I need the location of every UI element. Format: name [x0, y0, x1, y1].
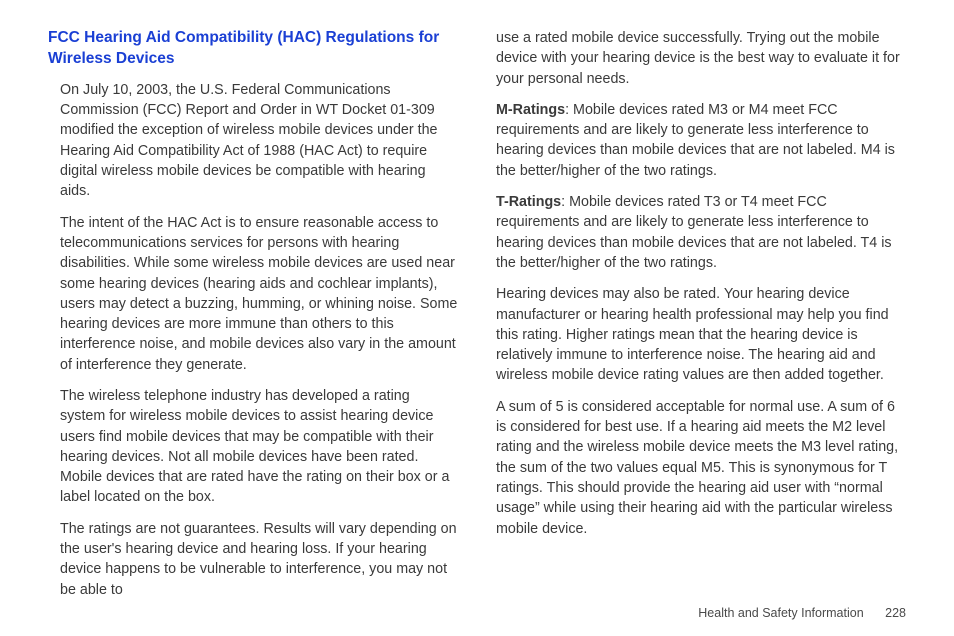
page-footer: Health and Safety Information 228 — [698, 606, 906, 620]
paragraph: The intent of the HAC Act is to ensure r… — [48, 213, 458, 375]
paragraph: M-Ratings: Mobile devices rated M3 or M4… — [496, 100, 906, 181]
paragraph: The wireless telephone industry has deve… — [48, 386, 458, 508]
paragraph: The ratings are not guarantees. Results … — [48, 519, 458, 600]
page-number: 228 — [885, 606, 906, 620]
rating-label: M-Ratings — [496, 102, 565, 118]
paragraph: T-Ratings: Mobile devices rated T3 or T4… — [496, 192, 906, 273]
footer-section-name: Health and Safety Information — [698, 606, 863, 620]
paragraph: use a rated mobile device successfully. … — [496, 28, 906, 89]
page-content: FCC Hearing Aid Compatibility (HAC) Regu… — [48, 28, 906, 588]
section-heading: FCC Hearing Aid Compatibility (HAC) Regu… — [48, 28, 458, 70]
rating-label: T-Ratings — [496, 194, 561, 210]
paragraph: On July 10, 2003, the U.S. Federal Commu… — [48, 80, 458, 202]
paragraph: A sum of 5 is considered acceptable for … — [496, 397, 906, 539]
right-column: use a rated mobile device successfully. … — [496, 28, 906, 588]
paragraph: Hearing devices may also be rated. Your … — [496, 284, 906, 385]
left-column: FCC Hearing Aid Compatibility (HAC) Regu… — [48, 28, 458, 588]
